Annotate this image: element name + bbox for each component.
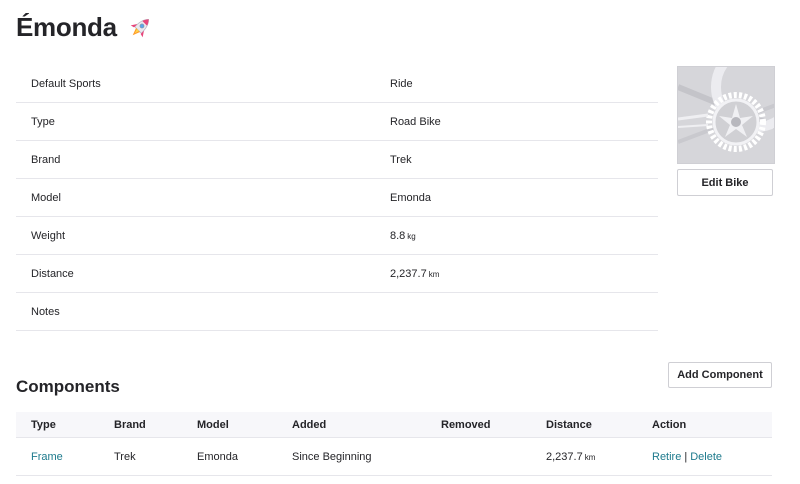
detail-label: Notes [31, 305, 60, 318]
rocket-icon [130, 18, 149, 37]
detail-value: Emonda [390, 191, 431, 204]
page-title: Émonda [16, 12, 117, 42]
component-distance-unit: km [584, 452, 596, 462]
detail-value: 2,237.7 km [390, 268, 439, 280]
distance-unit: km [428, 269, 440, 279]
detail-row-weight: Weight 8.8 kg [16, 217, 658, 255]
distance-value: 2,237.7 [390, 267, 427, 280]
component-type-link[interactable]: Frame [31, 451, 63, 463]
detail-label: Type [31, 115, 55, 128]
component-distance: 2,237.7 km [546, 451, 595, 463]
weight-unit: kg [407, 231, 416, 241]
detail-label: Brand [31, 153, 61, 166]
detail-row-default-sports: Default Sports Ride [16, 65, 658, 103]
table-row: Frame Trek Emonda Since Beginning 2,237.… [16, 438, 772, 476]
detail-value: Road Bike [390, 115, 441, 128]
bike-photo[interactable] [677, 66, 775, 164]
component-added: Since Beginning [292, 450, 372, 463]
bike-details-list: Default Sports Ride Type Road Bike Brand… [16, 65, 658, 331]
components-heading: Components [16, 377, 120, 396]
detail-label: Default Sports [31, 77, 101, 90]
component-brand: Trek [114, 450, 136, 463]
detail-row-distance: Distance 2,237.7 km [16, 255, 658, 293]
add-component-button[interactable]: Add Component [668, 362, 772, 388]
edit-bike-button[interactable]: Edit Bike [677, 169, 773, 196]
components-table: Type Brand Model Added Removed Distance … [16, 412, 772, 476]
page-header: Émonda [16, 12, 155, 43]
table-header: Type Brand Model Added Removed Distance … [16, 412, 772, 438]
component-distance-value: 2,237.7 [546, 450, 583, 463]
column-header-model: Model [197, 418, 229, 431]
column-header-brand: Brand [114, 418, 146, 431]
chainring-image [678, 67, 774, 163]
detail-row-type: Type Road Bike [16, 103, 658, 141]
detail-value: Ride [390, 77, 413, 90]
detail-row-notes: Notes [16, 293, 658, 331]
retire-link[interactable]: Retire [652, 451, 681, 463]
column-header-action: Action [652, 418, 687, 431]
detail-value: 8.8 kg [390, 230, 416, 242]
weight-value: 8.8 [390, 229, 406, 242]
component-model: Emonda [197, 450, 238, 463]
detail-label: Model [31, 191, 61, 204]
detail-row-brand: Brand Trek [16, 141, 658, 179]
detail-label: Distance [31, 267, 74, 280]
detail-value: Trek [390, 153, 412, 166]
detail-label: Weight [31, 229, 66, 242]
detail-row-model: Model Emonda [16, 179, 658, 217]
column-header-added: Added [292, 418, 327, 431]
column-header-removed: Removed [441, 418, 491, 431]
delete-link[interactable]: Delete [690, 451, 722, 463]
action-separator: | [684, 450, 688, 463]
column-header-distance: Distance [546, 418, 592, 431]
column-header-type: Type [31, 418, 56, 431]
component-actions: Retire | Delete [652, 451, 722, 463]
